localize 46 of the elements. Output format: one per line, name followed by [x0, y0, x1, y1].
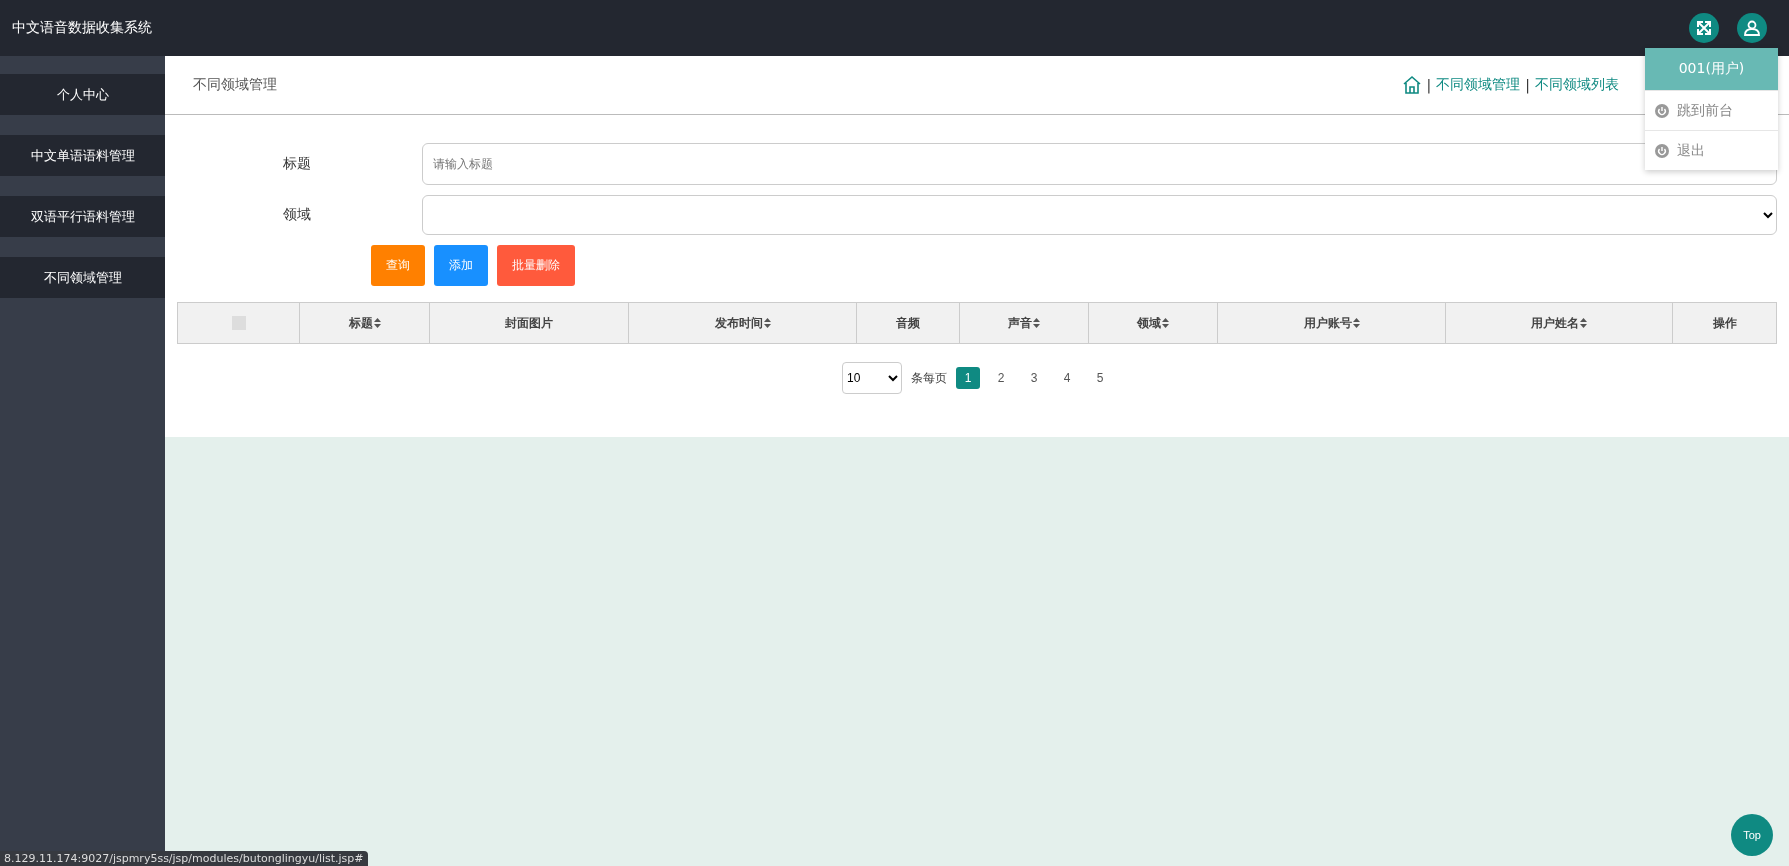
page-size-label: 条每页 — [911, 369, 947, 387]
column-header: 用户账号 — [1218, 303, 1446, 343]
back-to-top-button[interactable]: Top — [1731, 814, 1773, 856]
page-button[interactable]: 2 — [989, 367, 1013, 389]
sort-icon[interactable] — [763, 318, 771, 328]
breadcrumb-separator: | — [1525, 77, 1530, 93]
column-header: 封面图片 — [430, 303, 629, 343]
page-button[interactable]: 3 — [1022, 367, 1046, 389]
sidebar-item[interactable]: 双语平行语料管理 — [0, 196, 165, 237]
expand-icon — [1695, 19, 1713, 37]
home-icon[interactable] — [1401, 75, 1422, 95]
power-icon — [1655, 103, 1669, 118]
user-name: 001(用户) — [1645, 48, 1778, 90]
sort-icon[interactable] — [1352, 318, 1360, 328]
sort-icon[interactable] — [1033, 318, 1040, 328]
menu-item[interactable]: 退出 — [1645, 130, 1778, 170]
sort-icon[interactable] — [1162, 318, 1169, 328]
breadcrumb-link[interactable]: 不同领域列表 — [1535, 76, 1619, 94]
sort-icon[interactable] — [1580, 318, 1587, 328]
column-header: 领域 — [1089, 303, 1218, 343]
power-icon — [1655, 143, 1669, 158]
menu-item[interactable]: 跳到前台 — [1645, 90, 1778, 130]
column-header: 操作 — [1673, 303, 1776, 343]
sidebar-item[interactable]: 不同领域管理 — [0, 257, 165, 298]
page-button[interactable]: 5 — [1088, 367, 1112, 389]
column-header: 标题 — [300, 303, 430, 343]
page-title: 不同领域管理 — [193, 76, 277, 94]
column-header: 音频 — [857, 303, 960, 343]
status-url: 8.129.11.174:9027/jspmry5ss/jsp/modules/butonglingyu/list.jsp# — [0, 851, 368, 866]
page-button[interactable]: 4 — [1055, 367, 1079, 389]
sort-icon[interactable] — [373, 318, 381, 328]
user-button[interactable] — [1737, 13, 1767, 43]
user-icon — [1743, 19, 1761, 37]
breadcrumb-separator: | — [1426, 77, 1432, 93]
sidebar-item[interactable]: 个人中心 — [0, 74, 165, 115]
page-size-select[interactable]: 10 — [842, 362, 902, 394]
column-header: 发布时间 — [629, 303, 857, 343]
sidebar-item[interactable]: 中文单语语料管理 — [0, 135, 165, 176]
field-label: 领域 — [282, 206, 312, 224]
column-header: 声音 — [960, 303, 1089, 343]
column-header: 用户姓名 — [1446, 303, 1673, 343]
fullscreen-button[interactable] — [1689, 13, 1719, 43]
breadcrumb-link[interactable]: 不同领域管理 — [1436, 76, 1521, 94]
page-button[interactable]: 1 — [956, 367, 980, 389]
field-label: 标题 — [282, 155, 312, 173]
app-title: 中文语音数据收集系统 — [12, 19, 152, 37]
